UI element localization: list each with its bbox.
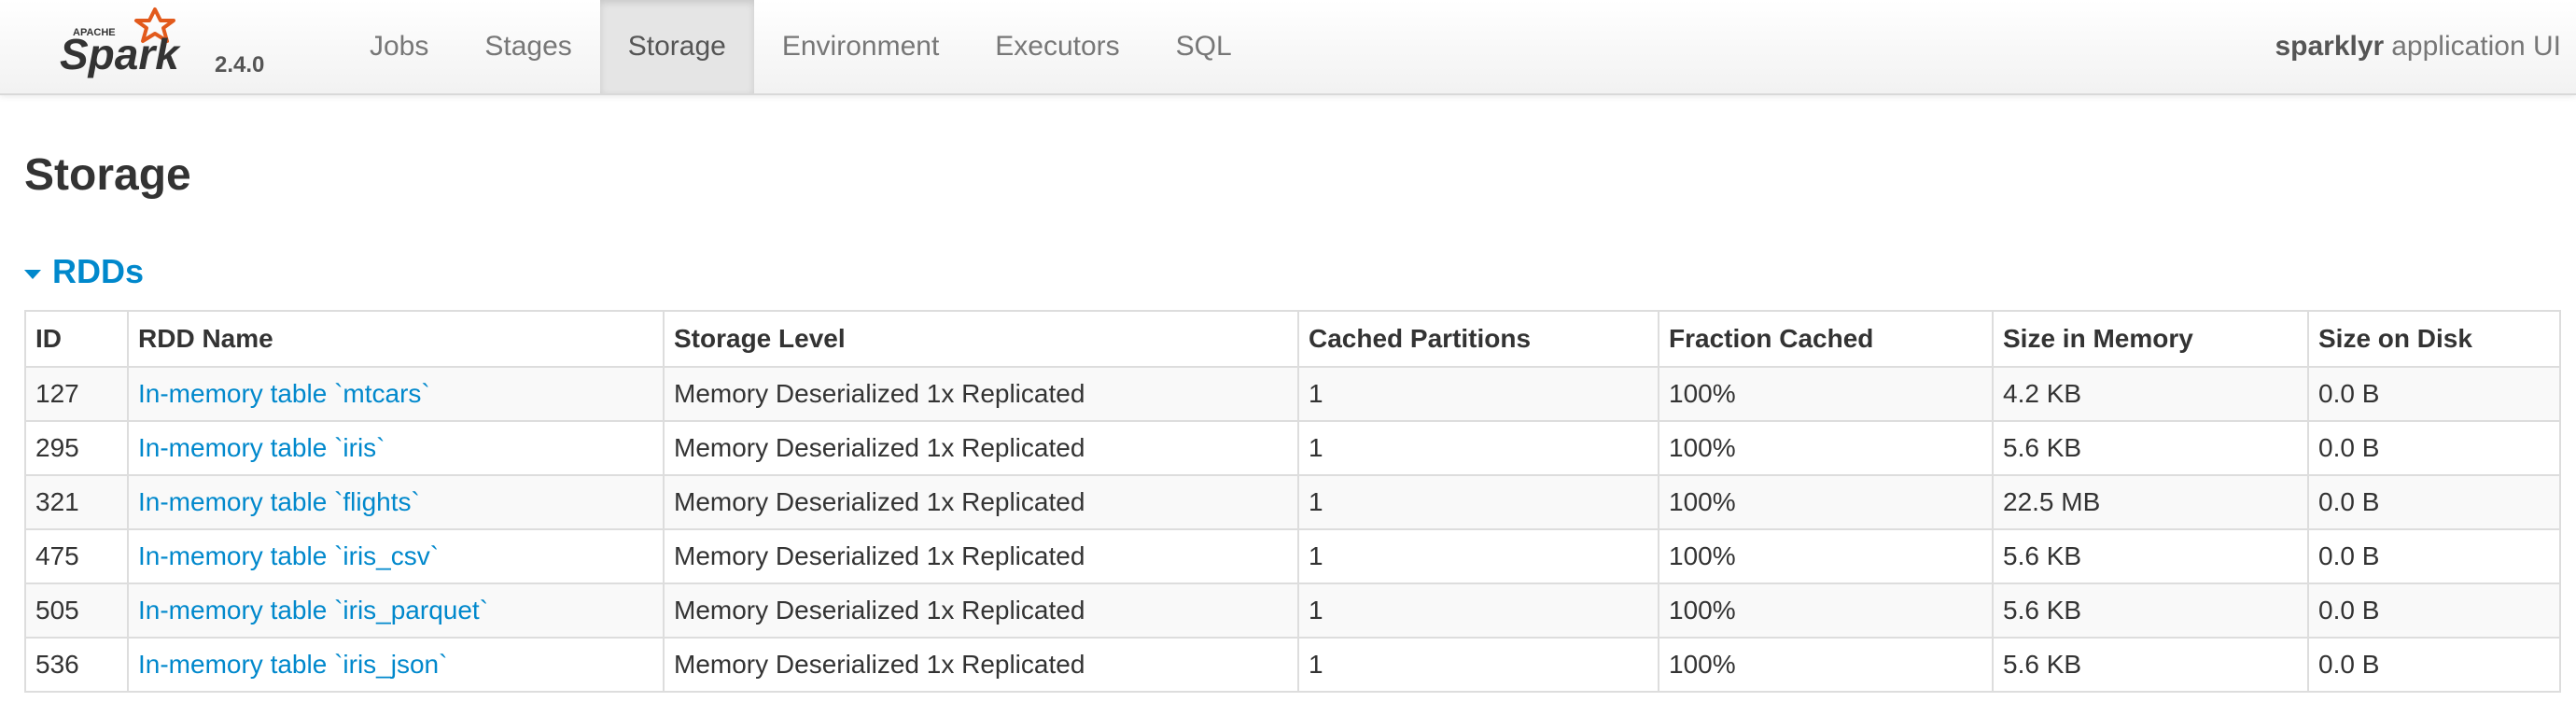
- cell-rdd-name: In-memory table `flights`: [127, 474, 665, 530]
- table-row: 321 In-memory table `flights` Memory Des…: [24, 474, 2561, 530]
- cell-size-on-disk: 0.0 B: [2307, 420, 2561, 476]
- rdd-name-link[interactable]: In-memory table `iris_parquet`: [138, 596, 488, 625]
- table-row: 536 In-memory table `iris_json` Memory D…: [24, 637, 2561, 693]
- cell-fraction-cached: 100%: [1658, 474, 1994, 530]
- rdds-section-label: RDDs: [52, 252, 145, 290]
- cell-storage-level: Memory Deserialized 1x Replicated: [663, 420, 1299, 476]
- spark-logo-link[interactable]: APACHE Spark 2.4.0: [56, 4, 280, 88]
- cell-size-in-memory: 5.6 KB: [1992, 583, 2309, 639]
- table-row: 295 In-memory table `iris` Memory Deseri…: [24, 420, 2561, 476]
- tab-sql[interactable]: SQL: [1148, 0, 1260, 93]
- cell-cached-partitions: 1: [1297, 528, 1659, 584]
- header-fraction-cached[interactable]: Fraction Cached: [1658, 310, 1994, 368]
- cell-storage-level: Memory Deserialized 1x Replicated: [663, 637, 1299, 693]
- application-name-rest: application UI: [2391, 31, 2561, 62]
- tab-jobs[interactable]: Jobs: [342, 0, 456, 93]
- cell-size-in-memory: 22.5 MB: [1992, 474, 2309, 530]
- header-size-in-memory[interactable]: Size in Memory: [1992, 310, 2309, 368]
- cell-rdd-name: In-memory table `iris_json`: [127, 637, 665, 693]
- cell-cached-partitions: 1: [1297, 474, 1659, 530]
- header-storage-level[interactable]: Storage Level: [663, 310, 1299, 368]
- page-title: Storage: [24, 150, 191, 200]
- cell-size-in-memory: 5.6 KB: [1992, 637, 2309, 693]
- caret-down-icon: [24, 270, 41, 279]
- cell-cached-partitions: 1: [1297, 420, 1659, 476]
- rdd-name-link[interactable]: In-memory table `flights`: [138, 487, 420, 516]
- rdd-name-link[interactable]: In-memory table `iris`: [138, 433, 385, 462]
- header-rdd-name[interactable]: RDD Name: [127, 310, 665, 368]
- rdds-section-toggle[interactable]: RDDs: [24, 252, 144, 291]
- cell-size-on-disk: 0.0 B: [2307, 637, 2561, 693]
- rdd-name-link[interactable]: In-memory table `iris_json`: [138, 650, 447, 679]
- cell-storage-level: Memory Deserialized 1x Replicated: [663, 474, 1299, 530]
- table-row: 127 In-memory table `mtcars` Memory Dese…: [24, 366, 2561, 422]
- header-id[interactable]: ID: [24, 310, 129, 368]
- tab-stages[interactable]: Stages: [456, 0, 599, 93]
- application-name-bold: sparklyr: [2275, 31, 2385, 62]
- table-row: 475 In-memory table `iris_csv` Memory De…: [24, 528, 2561, 584]
- cell-rdd-name: In-memory table `iris_parquet`: [127, 583, 665, 639]
- cell-rdd-name: In-memory table `mtcars`: [127, 366, 665, 422]
- nav-tabs: Jobs Stages Storage Environment Executor…: [342, 0, 1260, 93]
- cell-rdd-name: In-memory table `iris_csv`: [127, 528, 665, 584]
- spark-version: 2.4.0: [215, 52, 265, 77]
- rdd-name-link[interactable]: In-memory table `mtcars`: [138, 379, 430, 408]
- header-size-on-disk[interactable]: Size on Disk: [2307, 310, 2561, 368]
- application-name: sparklyr application UI: [2275, 0, 2561, 93]
- cell-size-in-memory: 4.2 KB: [1992, 366, 2309, 422]
- cell-size-on-disk: 0.0 B: [2307, 474, 2561, 530]
- header-cached-partitions[interactable]: Cached Partitions: [1297, 310, 1659, 368]
- cell-fraction-cached: 100%: [1658, 366, 1994, 422]
- cell-storage-level: Memory Deserialized 1x Replicated: [663, 366, 1299, 422]
- top-navbar: APACHE Spark 2.4.0 Jobs Stages Storage E…: [0, 0, 2576, 95]
- cell-id: 295: [24, 420, 129, 476]
- tab-storage[interactable]: Storage: [599, 0, 754, 93]
- cell-size-on-disk: 0.0 B: [2307, 528, 2561, 584]
- cell-fraction-cached: 100%: [1658, 583, 1994, 639]
- cell-cached-partitions: 1: [1297, 637, 1659, 693]
- spark-logo-icon: APACHE Spark: [60, 7, 181, 78]
- tab-executors[interactable]: Executors: [967, 0, 1147, 93]
- cell-id: 321: [24, 474, 129, 530]
- cell-storage-level: Memory Deserialized 1x Replicated: [663, 583, 1299, 639]
- cell-id: 475: [24, 528, 129, 584]
- cell-size-in-memory: 5.6 KB: [1992, 420, 2309, 476]
- cell-id: 536: [24, 637, 129, 693]
- cell-id: 505: [24, 583, 129, 639]
- cell-cached-partitions: 1: [1297, 583, 1659, 639]
- rdd-table: ID RDD Name Storage Level Cached Partiti…: [24, 310, 2561, 693]
- rdd-name-link[interactable]: In-memory table `iris_csv`: [138, 541, 439, 570]
- tab-environment[interactable]: Environment: [754, 0, 967, 93]
- cell-size-on-disk: 0.0 B: [2307, 583, 2561, 639]
- cell-fraction-cached: 100%: [1658, 420, 1994, 476]
- svg-text:Spark: Spark: [60, 30, 181, 78]
- cell-size-in-memory: 5.6 KB: [1992, 528, 2309, 584]
- cell-storage-level: Memory Deserialized 1x Replicated: [663, 528, 1299, 584]
- cell-id: 127: [24, 366, 129, 422]
- table-row: 505 In-memory table `iris_parquet` Memor…: [24, 583, 2561, 639]
- cell-rdd-name: In-memory table `iris`: [127, 420, 665, 476]
- cell-size-on-disk: 0.0 B: [2307, 366, 2561, 422]
- cell-cached-partitions: 1: [1297, 366, 1659, 422]
- table-header-row: ID RDD Name Storage Level Cached Partiti…: [24, 310, 2561, 368]
- cell-fraction-cached: 100%: [1658, 528, 1994, 584]
- cell-fraction-cached: 100%: [1658, 637, 1994, 693]
